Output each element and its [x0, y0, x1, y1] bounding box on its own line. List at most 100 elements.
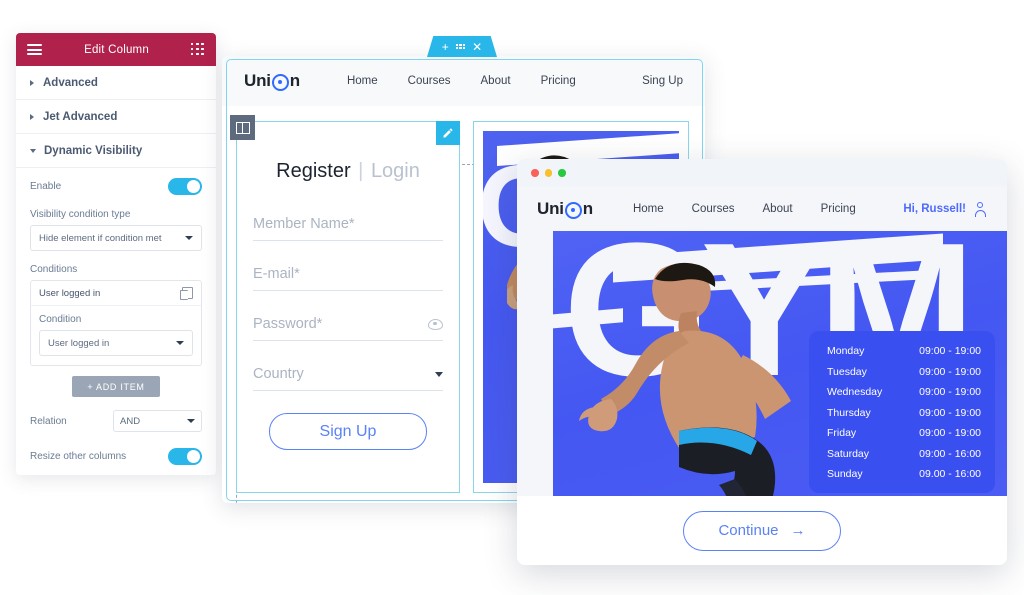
member-name-placeholder: Member Name* — [253, 216, 355, 232]
front-nav-links: Home Courses About Pricing — [633, 203, 856, 215]
editor-column-left[interactable]: Register | Login Member Name* E-mail* Pa… — [230, 115, 460, 493]
close-dot-icon[interactable] — [531, 169, 539, 177]
columns-icon[interactable] — [230, 115, 255, 140]
pencil-icon[interactable] — [436, 121, 460, 145]
password-placeholder: Password* — [253, 316, 323, 332]
select-value: Hide element if condition met — [39, 232, 162, 244]
hamburger-icon[interactable] — [27, 44, 42, 55]
schedule-hours: 09:00 - 19:00 — [919, 345, 981, 357]
user-greeting-button[interactable]: Hi, Russell! — [903, 202, 987, 217]
union-logo: Uni n — [244, 71, 300, 91]
schedule-row: Wednesday 09:00 - 19:00 — [827, 386, 981, 398]
schedule-hours: 09:00 - 19:00 — [919, 427, 981, 439]
preview-browser-window: Uni n Home Courses About Pricing Hi, Rus… — [517, 159, 1007, 565]
condition-item-body: Condition User logged in — [31, 306, 201, 365]
accordion-label: Dynamic Visibility — [44, 144, 143, 157]
front-site-nav: Uni n Home Courses About Pricing Hi, Rus… — [517, 187, 1007, 231]
country-placeholder: Country — [253, 366, 304, 382]
nav-link-home[interactable]: Home — [347, 75, 378, 87]
nav-link-about[interactable]: About — [481, 75, 511, 87]
resize-other-columns-toggle[interactable] — [168, 448, 202, 465]
schedule-day: Sunday — [827, 468, 863, 480]
schedule-row: Friday 09:00 - 19:00 — [827, 427, 981, 439]
middle-nav-links: Home Courses About Pricing — [347, 75, 576, 87]
condition-label: Condition — [39, 314, 82, 325]
dynamic-visibility-body: Enable Visibility condition type Hide el… — [16, 168, 216, 465]
nav-link-pricing[interactable]: Pricing — [821, 203, 856, 215]
select-value: AND — [120, 415, 141, 427]
condition-item: User logged in Condition User logged in — [30, 280, 202, 366]
email-input[interactable]: E-mail* — [253, 263, 443, 291]
country-select[interactable]: Country — [253, 363, 443, 391]
brand-text-right: n — [289, 71, 300, 90]
schedule-row: Saturday 09:00 - 16:00 — [827, 448, 981, 460]
login-tab[interactable]: Login — [371, 160, 420, 182]
front-hero: GYM Monday 09:00 - 19:00 Tuesday 09:00 -… — [517, 231, 1007, 496]
schedule-row: Tuesday 09:00 - 19:00 — [827, 366, 981, 378]
select-value: User logged in — [48, 337, 110, 349]
section-tab-handle: + ✕ — [427, 36, 497, 57]
schedule-card: Monday 09:00 - 19:00 Tuesday 09:00 - 19:… — [809, 331, 995, 493]
continue-button[interactable]: Continue → — [683, 510, 841, 551]
visibility-condition-type-select[interactable]: Hide element if condition met — [30, 225, 202, 251]
sign-up-button[interactable]: Sign Up — [269, 413, 427, 450]
maximize-dot-icon[interactable] — [558, 169, 566, 177]
panel-title: Edit Column — [84, 43, 149, 56]
arrow-right-icon: → — [790, 522, 806, 539]
nav-link-pricing[interactable]: Pricing — [541, 75, 576, 87]
schedule-hours: 09:00 - 19:00 — [919, 386, 981, 398]
chevron-down-icon — [187, 419, 195, 423]
minimize-dot-icon[interactable] — [544, 169, 552, 177]
schedule-hours: 09:00 - 19:00 — [919, 406, 981, 419]
brand-text-right: n — [582, 199, 593, 218]
edit-column-panel: Edit Column Advanced Jet Advanced Dynami… — [16, 33, 216, 475]
chevron-right-icon — [30, 113, 34, 120]
user-greeting-label: Hi, Russell! — [903, 203, 966, 215]
email-placeholder: E-mail* — [253, 266, 300, 282]
accordion-dynamic-visibility[interactable]: Dynamic Visibility — [16, 134, 216, 168]
nav-link-about[interactable]: About — [763, 203, 793, 215]
grid-dots-icon[interactable] — [191, 42, 205, 57]
condition-select[interactable]: User logged in — [39, 330, 193, 356]
accordion-label: Jet Advanced — [43, 110, 118, 123]
schedule-day: Saturday — [827, 447, 870, 460]
schedule-row: Monday 09:00 - 19:00 — [827, 345, 981, 357]
chevron-down-icon — [435, 371, 443, 377]
password-input[interactable]: Password* — [253, 313, 443, 341]
eye-icon[interactable] — [428, 318, 443, 330]
grid-dots-icon[interactable] — [455, 43, 466, 50]
member-name-input[interactable]: Member Name* — [253, 213, 443, 241]
schedule-day: Thursday — [827, 406, 871, 419]
close-icon[interactable]: ✕ — [472, 41, 482, 53]
plus-icon[interactable]: + — [442, 41, 449, 53]
visibility-condition-type-label: Visibility condition type — [30, 209, 131, 220]
add-item-button[interactable]: + ADD ITEM — [72, 376, 160, 397]
condition-item-title: User logged in — [39, 287, 101, 299]
panel-header: Edit Column — [16, 33, 216, 66]
enable-toggle[interactable] — [168, 178, 202, 195]
condition-item-header[interactable]: User logged in — [31, 281, 201, 306]
brand-text-left: Uni — [244, 71, 271, 90]
chevron-down-icon — [30, 148, 36, 153]
user-icon — [974, 202, 987, 217]
union-logo: Uni n — [537, 199, 593, 219]
nav-link-home[interactable]: Home — [633, 203, 664, 215]
schedule-row: Thursday 09:00 - 19:00 — [827, 407, 981, 419]
accordion-advanced[interactable]: Advanced — [16, 66, 216, 100]
nav-link-sing-up[interactable]: Sing Up — [642, 75, 683, 87]
screenshot-stage: Edit Column Advanced Jet Advanced Dynami… — [0, 0, 1024, 595]
nav-link-courses[interactable]: Courses — [408, 75, 451, 87]
conditions-label: Conditions — [30, 264, 78, 275]
relation-select[interactable]: AND — [113, 410, 202, 432]
duplicate-icon[interactable] — [180, 287, 193, 300]
schedule-day: Monday — [827, 345, 865, 357]
accordion-jet-advanced[interactable]: Jet Advanced — [16, 100, 216, 134]
browser-titlebar — [517, 159, 1007, 187]
schedule-hours: 09.00 - 16:00 — [919, 468, 981, 480]
register-tab[interactable]: Register — [276, 160, 350, 182]
nav-link-courses[interactable]: Courses — [692, 203, 735, 215]
title-divider: | — [358, 160, 364, 182]
schedule-row: Sunday 09.00 - 16:00 — [827, 468, 981, 480]
resize-other-columns-label: Resize other columns — [30, 451, 127, 462]
chevron-right-icon — [30, 79, 34, 86]
